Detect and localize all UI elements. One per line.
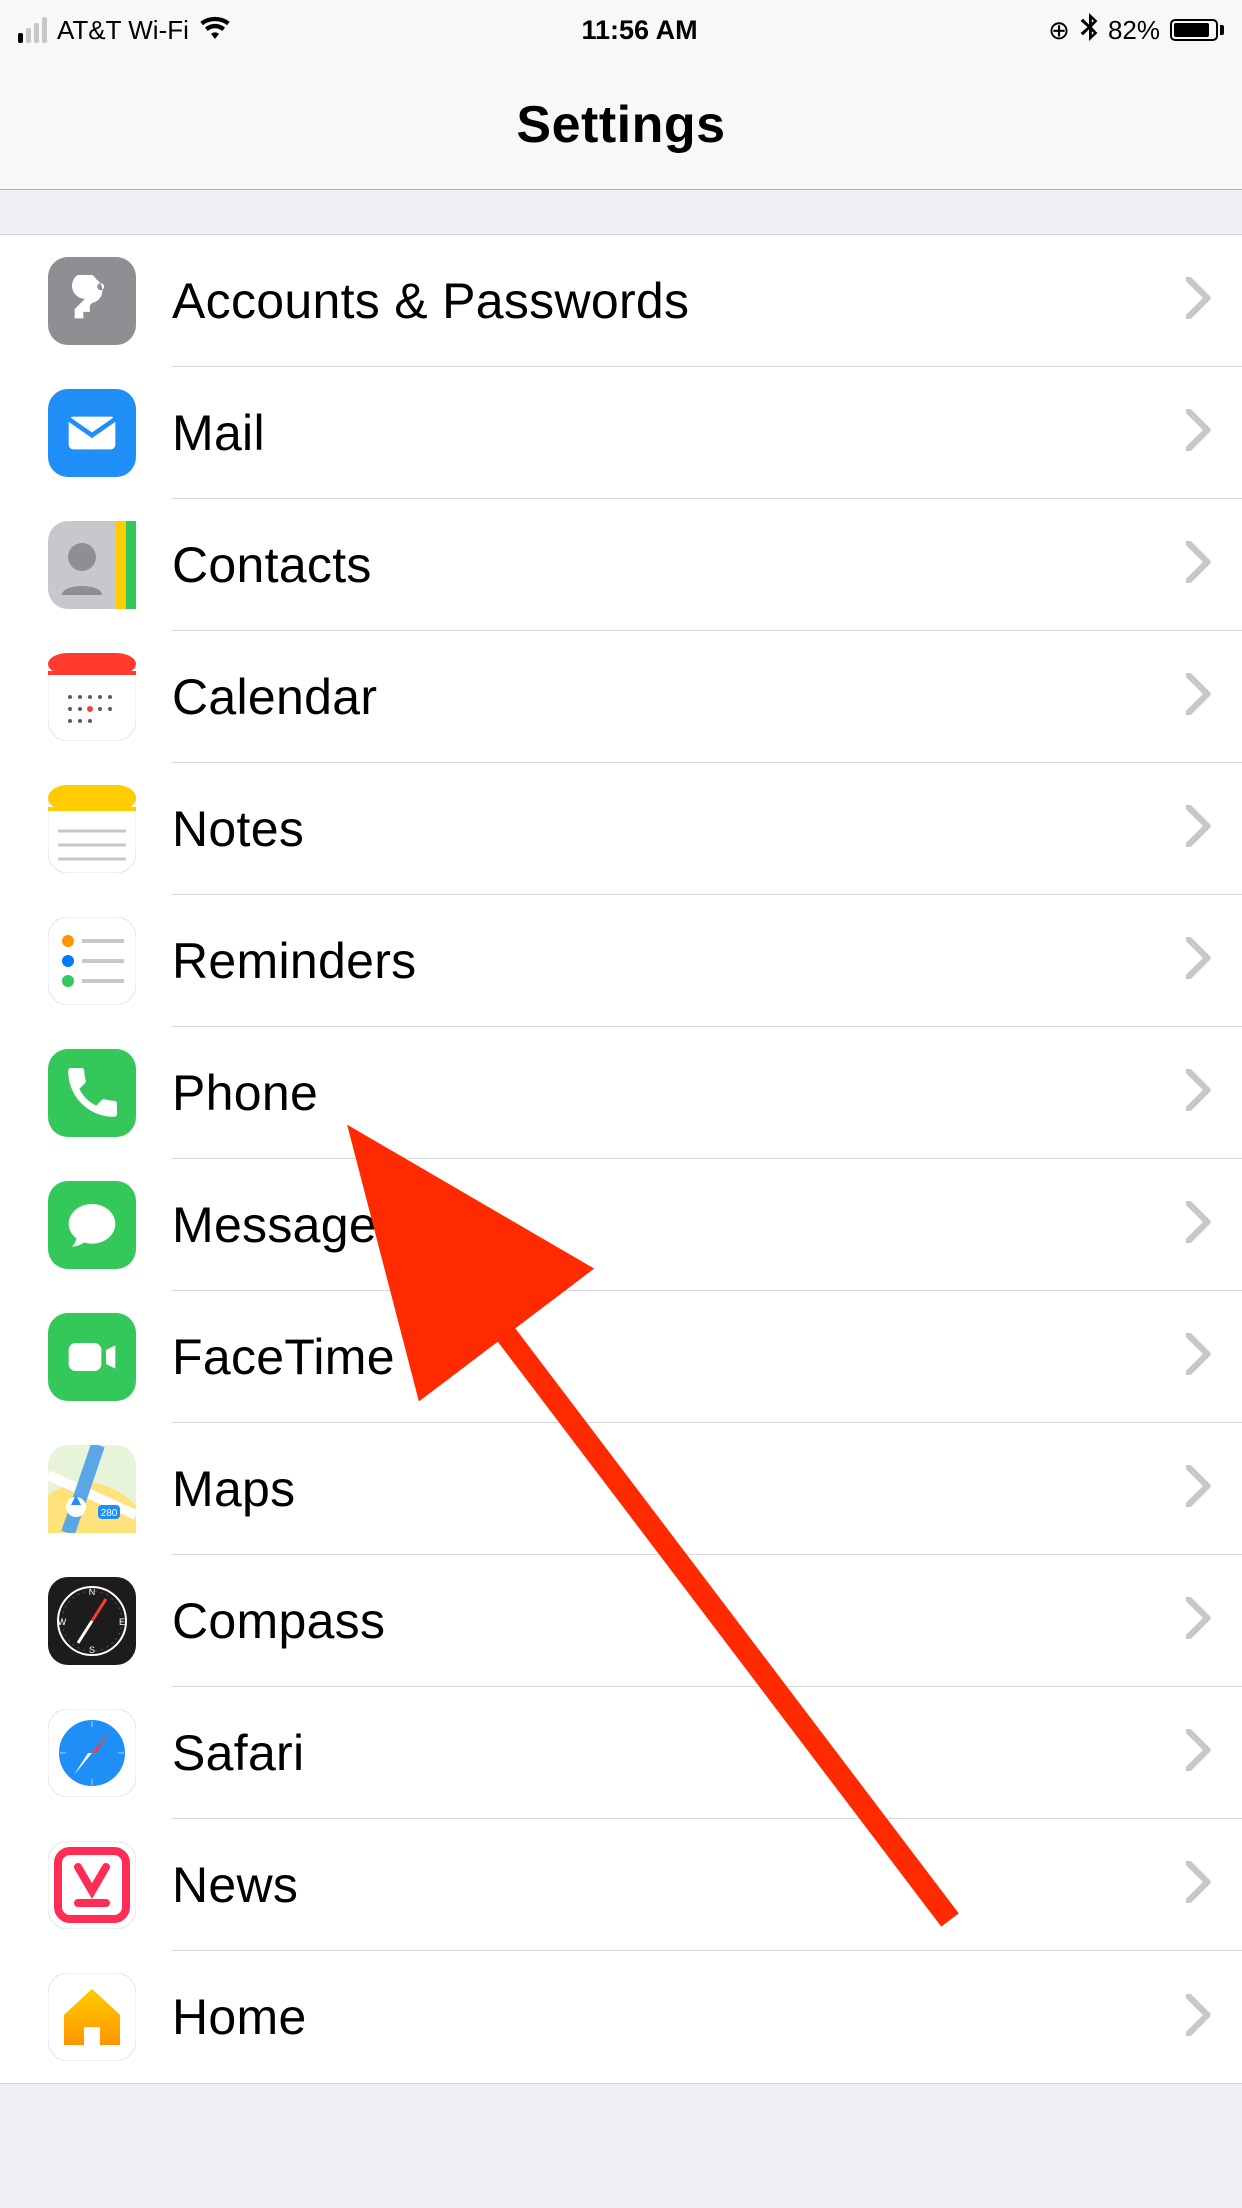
status-time: 11:56 AM — [582, 15, 698, 46]
safari-icon — [48, 1709, 136, 1797]
settings-row-label: Mail — [172, 404, 265, 462]
chevron-right-icon — [1186, 277, 1212, 324]
rotation-lock-icon: ⊕ — [1048, 15, 1070, 46]
key-icon — [48, 257, 136, 345]
maps-icon: 280 — [48, 1445, 136, 1533]
settings-row-notes[interactable]: Notes — [0, 763, 1242, 895]
battery-icon — [1170, 19, 1224, 41]
settings-row-calendar[interactable]: Calendar — [0, 631, 1242, 763]
settings-row-label: Home — [172, 1988, 307, 2046]
home-icon — [48, 1973, 136, 2061]
svg-text:S: S — [89, 1645, 95, 1655]
settings-row-maps[interactable]: 280 Maps — [0, 1423, 1242, 1555]
settings-row-phone[interactable]: Phone — [0, 1027, 1242, 1159]
chevron-right-icon — [1186, 1729, 1212, 1776]
svg-text:W: W — [58, 1617, 67, 1627]
notes-icon — [48, 785, 136, 873]
carrier-label: AT&T Wi-Fi — [57, 15, 189, 46]
facetime-icon — [48, 1313, 136, 1401]
compass-icon: N S W E — [48, 1577, 136, 1665]
settings-row-label: FaceTime — [172, 1328, 395, 1386]
chevron-right-icon — [1186, 409, 1212, 456]
phone-icon — [48, 1049, 136, 1137]
settings-list: Accounts & Passwords Mail Contacts Calendar… — [0, 235, 1242, 2083]
settings-row-news[interactable]: News — [0, 1819, 1242, 1951]
chevron-right-icon — [1186, 937, 1212, 984]
settings-row-label: News — [172, 1856, 298, 1914]
svg-text:E: E — [119, 1617, 125, 1627]
contacts-icon — [48, 521, 136, 609]
settings-row-label: Reminders — [172, 932, 416, 990]
status-left: AT&T Wi-Fi — [18, 15, 231, 46]
settings-row-reminders[interactable]: Reminders — [0, 895, 1242, 1027]
settings-row-label: Messages — [172, 1196, 402, 1254]
chevron-right-icon — [1186, 1201, 1212, 1248]
settings-row-safari[interactable]: Safari — [0, 1687, 1242, 1819]
chevron-right-icon — [1186, 541, 1212, 588]
chevron-right-icon — [1186, 673, 1212, 720]
battery-pct: 82% — [1108, 15, 1160, 46]
settings-row-label: Safari — [172, 1724, 304, 1782]
settings-row-messages[interactable]: Messages — [0, 1159, 1242, 1291]
page-title: Settings — [516, 95, 725, 155]
settings-row-label: Contacts — [172, 536, 372, 594]
settings-row-label: Phone — [172, 1064, 318, 1122]
svg-text:N: N — [89, 1587, 96, 1597]
cellular-signal-icon — [18, 17, 47, 43]
section-spacer — [0, 190, 1242, 235]
settings-row-label: Accounts & Passwords — [172, 272, 689, 330]
status-bar: AT&T Wi-Fi 11:56 AM ⊕ 82% — [0, 0, 1242, 60]
bluetooth-icon — [1080, 13, 1098, 48]
reminders-icon — [48, 917, 136, 1005]
messages-icon — [48, 1181, 136, 1269]
news-icon — [48, 1841, 136, 1929]
settings-row-home[interactable]: Home — [0, 1951, 1242, 2083]
chevron-right-icon — [1186, 1994, 1212, 2041]
calendar-icon — [48, 653, 136, 741]
chevron-right-icon — [1186, 1597, 1212, 1644]
settings-row-compass[interactable]: N S W E Compass — [0, 1555, 1242, 1687]
settings-row-facetime[interactable]: FaceTime — [0, 1291, 1242, 1423]
section-spacer-bottom — [0, 2083, 1242, 2143]
chevron-right-icon — [1186, 805, 1212, 852]
chevron-right-icon — [1186, 1861, 1212, 1908]
settings-row-contacts[interactable]: Contacts — [0, 499, 1242, 631]
chevron-right-icon — [1186, 1333, 1212, 1380]
settings-row-label: Maps — [172, 1460, 295, 1518]
chevron-right-icon — [1186, 1465, 1212, 1512]
settings-row-accounts-passwords[interactable]: Accounts & Passwords — [0, 235, 1242, 367]
status-right: ⊕ 82% — [1048, 13, 1224, 48]
mail-icon — [48, 389, 136, 477]
settings-row-mail[interactable]: Mail — [0, 367, 1242, 499]
settings-row-label: Notes — [172, 800, 304, 858]
wifi-icon — [199, 15, 231, 46]
settings-row-label: Calendar — [172, 668, 377, 726]
chevron-right-icon — [1186, 1069, 1212, 1116]
svg-text:280: 280 — [101, 1508, 118, 1519]
settings-row-label: Compass — [172, 1592, 385, 1650]
nav-bar: Settings — [0, 60, 1242, 190]
